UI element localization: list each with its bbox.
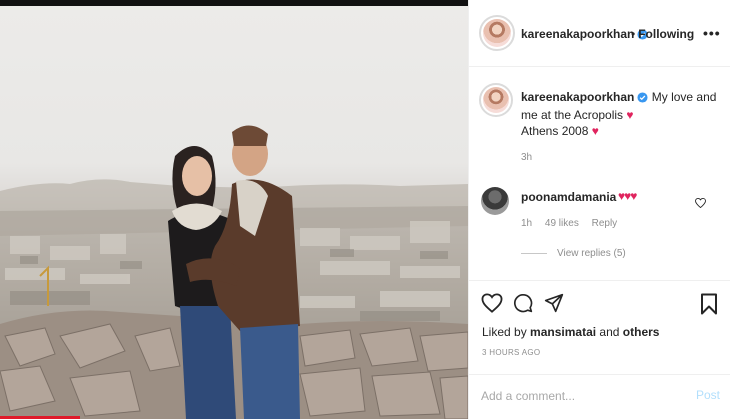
add-comment-bar: Post: [469, 374, 730, 419]
caption-line2: Athens 2008: [521, 124, 589, 138]
post-button[interactable]: Post: [696, 388, 720, 402]
heart-emoji-icon: ♥: [591, 124, 599, 138]
divider-line: [521, 252, 547, 254]
like-heart-icon[interactable]: [481, 293, 503, 318]
caption-avatar[interactable]: [479, 83, 513, 117]
photo-scene: [0, 125, 468, 419]
comment-meta: 1h 49 likes Reply: [521, 218, 627, 229]
post-header: kareenakapoorkhan • Following •••: [469, 0, 730, 67]
comment-icon[interactable]: [513, 293, 533, 318]
liked-by: Liked by mansimatai and others: [482, 325, 659, 339]
post-actions: Liked by mansimatai and others 3 HOURS A…: [469, 280, 730, 375]
caption-timestamp[interactable]: 3h: [521, 152, 532, 163]
caption-username[interactable]: kareenakapoorkhan: [521, 90, 634, 104]
view-replies[interactable]: View replies (5): [521, 248, 626, 259]
heart-emoji-icon: ♥: [626, 108, 634, 122]
caption-text: kareenakapoorkhan My love and me at the …: [521, 89, 721, 139]
liked-by-user[interactable]: mansimatai: [530, 325, 596, 339]
post-side-panel: kareenakapoorkhan • Following ••• kareena…: [468, 0, 730, 419]
following-button[interactable]: Following: [638, 27, 694, 41]
comment: poonamdamania ♥♥♥ 1h 49 likes Reply View…: [469, 175, 730, 275]
header-username-row[interactable]: kareenakapoorkhan: [521, 27, 648, 43]
view-replies-label[interactable]: View replies (5): [557, 248, 626, 259]
separator-dot: •: [631, 27, 636, 41]
header-username[interactable]: kareenakapoorkhan: [521, 27, 634, 41]
liked-by-and: and: [599, 325, 620, 339]
add-comment-input[interactable]: [481, 388, 681, 404]
comment-likes[interactable]: 49 likes: [545, 218, 579, 229]
heart-emoji-icon: ♥♥♥: [618, 189, 637, 203]
liked-by-prefix: Liked by: [482, 325, 527, 339]
follow-status[interactable]: • Following: [631, 27, 694, 41]
comment-avatar[interactable]: [481, 187, 509, 215]
post-photo[interactable]: [0, 6, 468, 419]
liked-by-others[interactable]: others: [623, 325, 660, 339]
comment-timestamp[interactable]: 1h: [521, 218, 532, 229]
verified-badge-icon: [637, 91, 648, 107]
share-icon[interactable]: [544, 293, 564, 318]
reply-button[interactable]: Reply: [592, 218, 618, 229]
save-bookmark-icon[interactable]: [700, 293, 718, 320]
caption: kareenakapoorkhan My love and me at the …: [469, 67, 730, 167]
comment-username[interactable]: poonamdamania: [521, 190, 616, 204]
like-heart-icon[interactable]: [695, 195, 706, 213]
post-timestamp[interactable]: 3 HOURS AGO: [482, 348, 540, 357]
more-options-icon[interactable]: •••: [703, 25, 721, 41]
avatar[interactable]: [479, 15, 515, 51]
